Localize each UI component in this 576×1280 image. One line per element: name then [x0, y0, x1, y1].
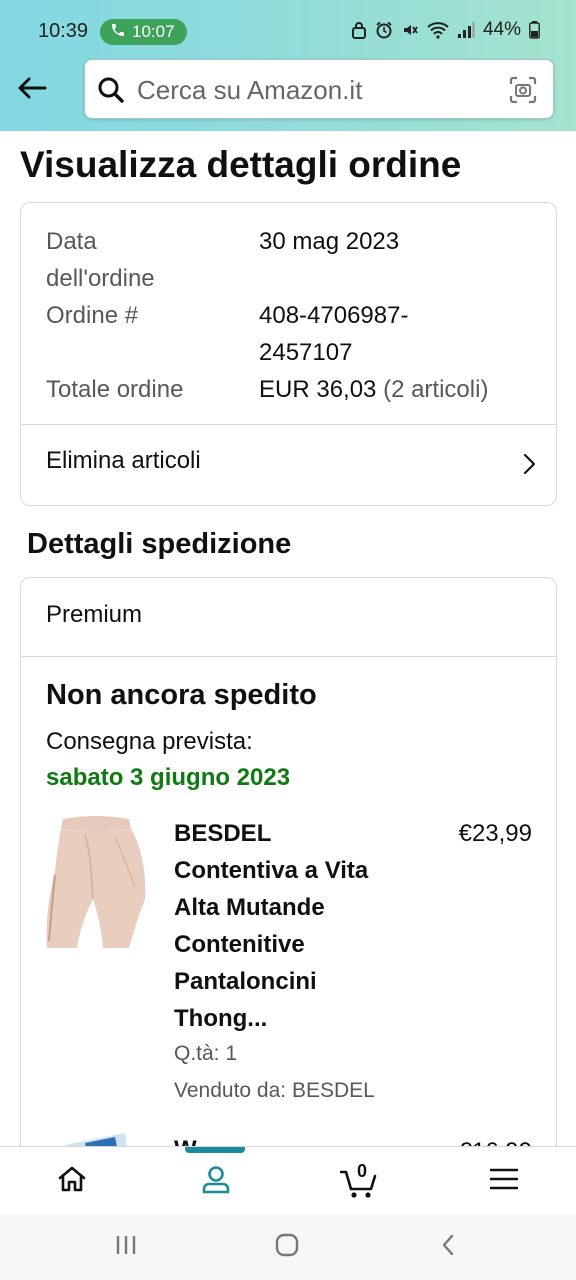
status-bar: 10:39 10:07 44% — [0, 0, 576, 62]
order-date-label-line1: Data — [46, 228, 97, 255]
wifi-icon — [427, 21, 449, 39]
shipping-card: Premium Non ancora spedito Consegna prev… — [20, 577, 557, 1157]
bottom-navigation: 0 — [0, 1146, 576, 1214]
delete-items-row[interactable]: Elimina articoli — [21, 425, 556, 505]
divider — [21, 656, 556, 657]
delete-items-label: Elimina articoli — [46, 447, 201, 474]
product-title-line: Pantaloncini — [174, 968, 317, 995]
app-header: 10:39 10:07 44% — [0, 0, 576, 131]
search-input[interactable] — [137, 72, 487, 108]
shipping-tier: Premium — [46, 601, 143, 628]
home-circle-icon — [274, 1232, 300, 1263]
status-time: 10:39 — [38, 20, 89, 42]
mute-icon — [401, 21, 419, 39]
phone-icon — [110, 22, 126, 43]
page-title: Visualizza dettagli ordine — [20, 144, 462, 185]
nav-menu[interactable] — [432, 1147, 576, 1215]
home-button[interactable] — [257, 1232, 317, 1262]
nav-account[interactable] — [144, 1147, 288, 1215]
chevron-right-icon — [522, 453, 536, 480]
chevron-left-icon — [440, 1233, 456, 1262]
order-item-count: (2 articoli) — [383, 376, 489, 403]
shipping-section-title: Dettagli spedizione — [27, 528, 292, 560]
product-title-line: Contentiva a Vita — [174, 857, 369, 884]
delivery-date: sabato 3 giugno 2023 — [46, 764, 291, 791]
order-total-amount: EUR 36,03 — [259, 376, 377, 403]
delivery-label: Consegna prevista: — [46, 728, 253, 755]
order-date-value: 30 mag 2023 — [259, 228, 400, 255]
product-seller: Venduto da: BESDEL — [174, 1079, 375, 1102]
back-button[interactable] — [12, 70, 52, 110]
order-number-label: Ordine # — [46, 302, 139, 329]
signal-icon — [457, 21, 475, 39]
search-icon — [97, 76, 125, 109]
cart-count: 0 — [357, 1161, 368, 1181]
home-icon — [57, 1165, 87, 1198]
ongoing-call-pill[interactable]: 10:07 — [100, 19, 187, 45]
order-date-label: Data dell'ordine — [46, 223, 155, 297]
product-quantity: Q.tà: 1 — [174, 1042, 238, 1065]
product-title-line: Alta Mutande — [174, 894, 325, 921]
system-back-button[interactable] — [418, 1232, 478, 1262]
product-title-line: Contenitive — [174, 931, 305, 958]
battery-icon — [529, 21, 540, 39]
shipping-status: Non ancora spedito — [46, 679, 317, 711]
call-duration: 10:07 — [132, 22, 175, 41]
status-icons: 44% — [351, 19, 540, 41]
order-number-line2: 2457107 — [259, 339, 353, 366]
cart-icon: 0 — [339, 1161, 380, 1199]
recent-apps-icon — [114, 1234, 138, 1261]
alarm-icon — [375, 21, 393, 39]
product-title-line: BESDEL — [174, 820, 272, 847]
product-title-line: Thong... — [174, 1005, 268, 1032]
menu-icon — [489, 1168, 519, 1195]
product-image[interactable] — [45, 815, 147, 950]
battery-percent: 44% — [482, 19, 521, 40]
arrow-left-icon — [17, 76, 47, 105]
product-price: €23,99 — [458, 820, 532, 847]
order-number-line1: 408-4706987- — [259, 302, 409, 329]
order-total-value: EUR 36,03 (2 articoli) — [259, 371, 488, 408]
order-total-label: Totale ordine — [46, 376, 184, 403]
camera-search-icon[interactable] — [509, 76, 537, 109]
order-number-value: 408-4706987- 2457107 — [259, 297, 408, 371]
product-title[interactable]: BESDEL Contentiva a Vita Alta Mutande Co… — [174, 815, 424, 1037]
system-navigation-bar — [0, 1214, 576, 1280]
account-icon — [201, 1164, 231, 1199]
order-date-label-line2: dell'ordine — [46, 265, 155, 292]
nav-cart[interactable]: 0 — [288, 1147, 432, 1215]
search-bar[interactable] — [84, 59, 554, 119]
nav-home[interactable] — [0, 1147, 144, 1215]
recent-apps-button[interactable] — [96, 1232, 156, 1262]
order-summary-card: Data dell'ordine 30 mag 2023 Ordine # 40… — [20, 202, 557, 506]
lock-icon — [351, 21, 367, 39]
